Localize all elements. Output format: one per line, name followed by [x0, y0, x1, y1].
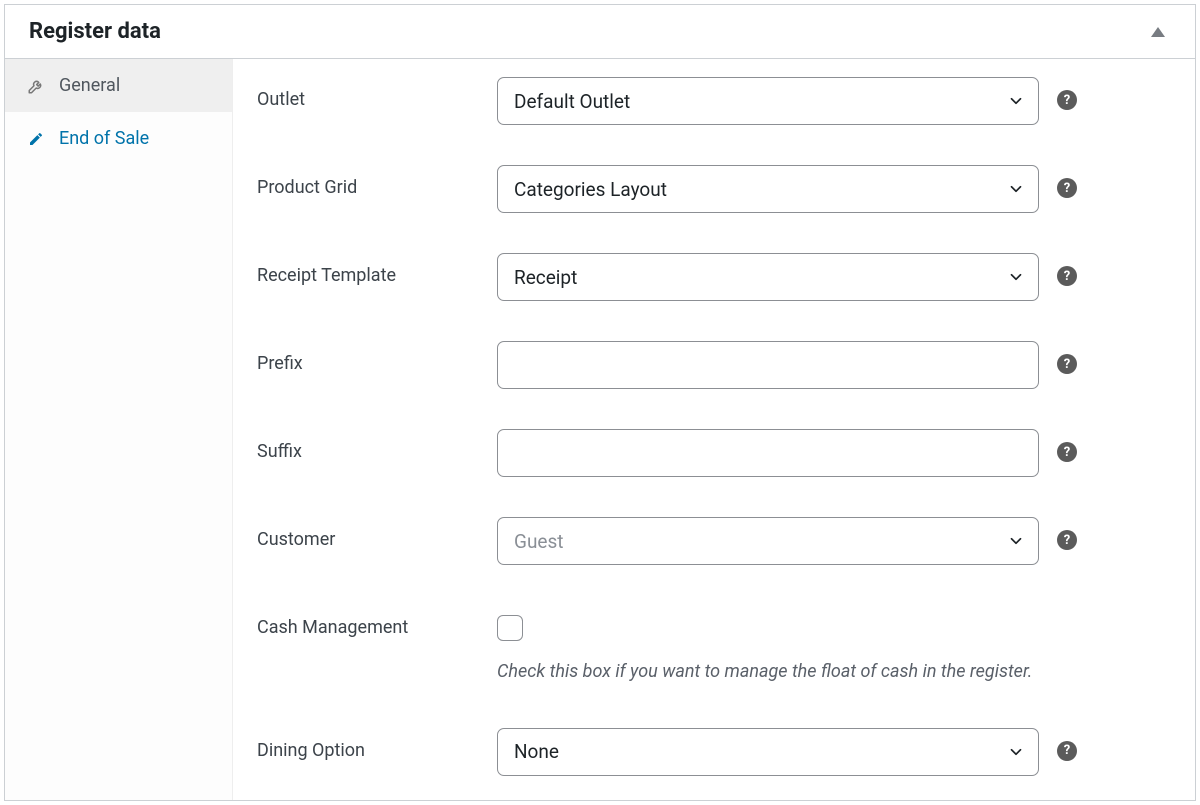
help-icon[interactable]: ?	[1057, 741, 1077, 761]
label-dining-option: Dining Option	[257, 728, 497, 761]
label-prefix: Prefix	[257, 341, 497, 374]
dining-option-select[interactable]: None	[497, 728, 1039, 776]
content: Outlet Default Outlet ? Product G	[233, 59, 1195, 800]
receipt-template-value: Receipt	[514, 266, 577, 289]
sidebar-item-general[interactable]: General	[5, 59, 232, 112]
suffix-input[interactable]	[497, 429, 1039, 477]
label-cash-management: Cash Management	[257, 605, 497, 638]
dining-option-value: None	[514, 740, 559, 763]
outlet-select[interactable]: Default Outlet	[497, 77, 1039, 125]
row-product-grid: Product Grid Categories Layout ?	[257, 165, 1171, 213]
help-icon[interactable]: ?	[1057, 178, 1077, 198]
row-customer: Customer Guest ?	[257, 517, 1171, 565]
panel-title: Register data	[29, 19, 161, 44]
row-prefix: Prefix ?	[257, 341, 1171, 389]
row-outlet: Outlet Default Outlet ?	[257, 77, 1171, 125]
label-suffix: Suffix	[257, 429, 497, 462]
collapse-icon[interactable]	[1151, 27, 1165, 37]
help-icon[interactable]: ?	[1057, 354, 1077, 374]
register-data-panel: Register data General End of Sale Outlet	[4, 4, 1196, 801]
row-dining-option: Dining Option None ?	[257, 728, 1171, 776]
row-cash-management: Cash Management Check this box if you wa…	[257, 605, 1171, 688]
sidebar-item-end-of-sale[interactable]: End of Sale	[5, 112, 232, 165]
customer-placeholder: Guest	[514, 530, 564, 553]
customer-select[interactable]: Guest	[497, 517, 1039, 565]
label-receipt-template: Receipt Template	[257, 253, 497, 286]
wrench-icon	[27, 77, 45, 95]
help-icon[interactable]: ?	[1057, 266, 1077, 286]
sidebar-item-label: End of Sale	[59, 128, 149, 149]
help-icon[interactable]: ?	[1057, 442, 1077, 462]
panel-body: General End of Sale Outlet Default Outle…	[5, 59, 1195, 800]
product-grid-value: Categories Layout	[514, 178, 667, 201]
note-icon	[27, 130, 45, 148]
row-suffix: Suffix ?	[257, 429, 1171, 477]
receipt-template-select[interactable]: Receipt	[497, 253, 1039, 301]
label-outlet: Outlet	[257, 77, 497, 110]
label-product-grid: Product Grid	[257, 165, 497, 198]
prefix-input[interactable]	[497, 341, 1039, 389]
outlet-value: Default Outlet	[514, 90, 630, 113]
panel-header: Register data	[5, 5, 1195, 59]
cash-management-checkbox[interactable]	[497, 615, 523, 641]
help-icon[interactable]: ?	[1057, 530, 1077, 550]
help-icon[interactable]: ?	[1057, 90, 1077, 110]
product-grid-select[interactable]: Categories Layout	[497, 165, 1039, 213]
sidebar-item-label: General	[59, 75, 120, 96]
sidebar: General End of Sale	[5, 59, 233, 800]
label-customer: Customer	[257, 517, 497, 550]
row-receipt-template: Receipt Template Receipt ?	[257, 253, 1171, 301]
cash-management-hint: Check this box if you want to manage the…	[497, 657, 1077, 688]
